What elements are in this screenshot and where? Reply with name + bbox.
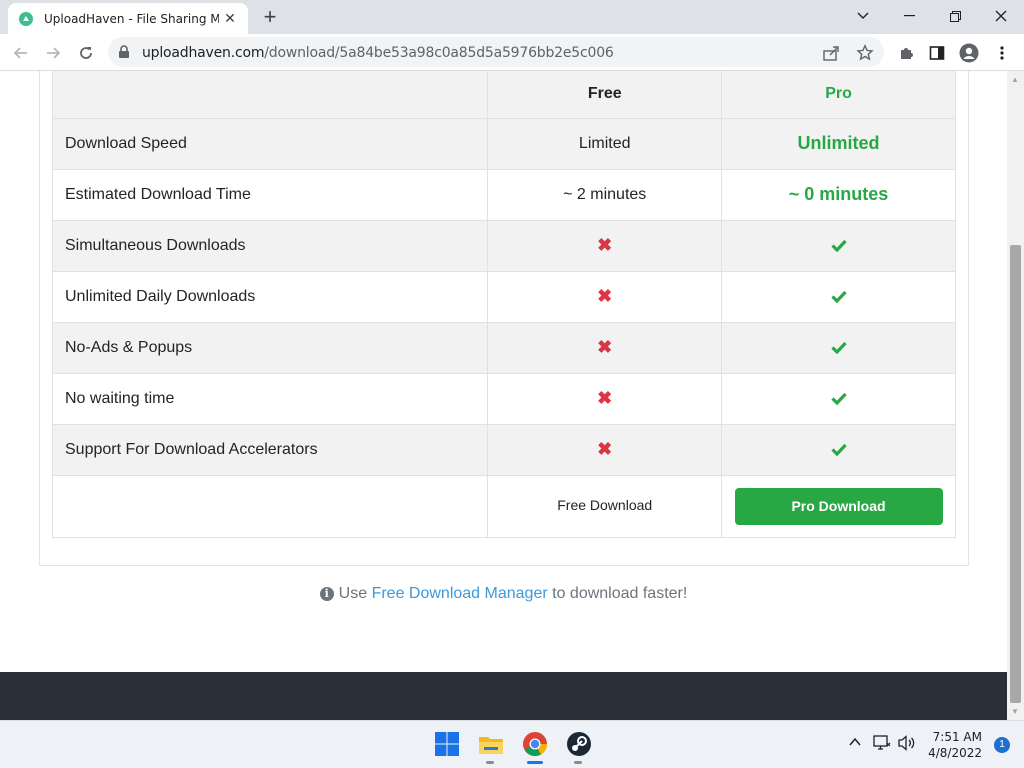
address-bar[interactable]: uploadhaven.com/download/5a84be53a98c0a8… [108,37,884,67]
explorer-indicator [486,761,494,764]
tip-prefix: Use [338,585,368,602]
tab-title: UploadHaven - File Sharing Made Simple [44,11,219,26]
plan-comparison-table: Free Pro Download Speed Limited Unlimite… [51,71,956,538]
cross-icon: ✖ [597,388,613,408]
chrome-icon[interactable] [520,729,550,759]
windows-start-icon[interactable] [432,729,462,759]
browser-toolbar: uploadhaven.com/download/5a84be53a98c0a8… [0,34,1024,71]
clock-time: 7:51 AM [932,730,982,744]
minimize-icon[interactable] [886,0,932,32]
page-scrollbar[interactable]: ▲ ▼ [1007,71,1024,720]
check-icon [830,392,847,405]
check-icon [830,341,847,354]
uploadhaven-favicon-icon [19,11,33,26]
back-icon[interactable] [8,40,34,66]
feature-label: Support For Download Accelerators [51,423,489,476]
close-tab-icon[interactable]: ✕ [222,10,238,26]
download-tip: i Use Free Download Manager to download f… [0,585,1007,603]
table-row: Estimated Download Time ~ 2 minutes ~ 0 … [51,168,956,221]
tip-suffix: to download faster! [552,585,688,602]
table-row: No-Ads & Popups ✖ [51,321,956,374]
check-icon [830,443,847,456]
tab-search-icon[interactable] [840,0,886,32]
table-row: Support For Download Accelerators ✖ [51,423,956,476]
scrollbar-thumb[interactable] [1010,245,1021,703]
side-panel-icon[interactable] [927,43,947,63]
extensions-icon[interactable] [896,43,916,63]
table-row: No waiting time ✖ [51,372,956,425]
browser-tab[interactable]: UploadHaven - File Sharing Made Simple ✕ [8,3,248,34]
chrome-active-indicator [527,761,543,764]
table-row: Simultaneous Downloads ✖ [51,219,956,272]
pro-value: Unlimited [797,133,880,153]
cross-icon: ✖ [597,235,613,255]
page-content: Free Pro Download Speed Limited Unlimite… [0,71,1007,720]
close-window-icon[interactable] [978,0,1024,32]
cross-icon: ✖ [597,439,613,459]
free-value: ~ 2 minutes [487,168,723,221]
pro-download-button[interactable]: Pro Download [734,487,943,525]
free-value: Limited [487,117,723,170]
windows-taskbar: 7:51 AM 4/8/2022 1 [0,720,1024,768]
header-empty-cell [51,71,489,119]
bookmark-star-icon[interactable] [856,44,874,62]
free-download-manager-link[interactable]: Free Download Manager [372,585,548,602]
scroll-up-arrow-icon[interactable]: ▲ [1011,75,1019,84]
file-explorer-icon[interactable] [476,729,506,759]
share-icon[interactable] [822,44,840,62]
table-header-row: Free Pro [51,71,956,119]
free-download-link[interactable]: Free Download [557,497,652,513]
cross-icon: ✖ [597,337,613,357]
page-footer [0,672,1007,720]
empty-cell [51,474,489,538]
steam-indicator [574,761,582,764]
scroll-down-arrow-icon[interactable]: ▼ [1011,707,1019,716]
table-row: Unlimited Daily Downloads ✖ [51,270,956,323]
check-icon [830,239,847,252]
header-pro: Pro [721,71,956,119]
lock-icon[interactable] [118,45,130,59]
volume-icon[interactable] [898,735,916,751]
system-clock[interactable]: 7:51 AM 4/8/2022 [928,729,982,761]
table-row: Download Speed Limited Unlimited [51,117,956,170]
notification-badge[interactable]: 1 [994,737,1010,753]
forward-icon[interactable] [40,40,66,66]
menu-kebab-icon[interactable] [992,43,1012,63]
download-buttons-row: Free Download Pro Download [51,474,956,538]
header-free: Free [487,71,723,119]
check-icon [830,290,847,303]
steam-icon[interactable] [564,729,594,759]
new-tab-icon[interactable]: + [258,6,282,30]
feature-label: No-Ads & Popups [51,321,489,374]
url-text: uploadhaven.com/download/5a84be53a98c0a8… [142,45,614,61]
feature-label: Estimated Download Time [51,168,489,221]
feature-label: Download Speed [51,117,489,170]
feature-label: No waiting time [51,372,489,425]
restore-icon[interactable] [932,0,978,32]
info-icon: i [319,587,334,601]
reload-icon[interactable] [73,40,99,66]
clock-date: 4/8/2022 [928,746,982,760]
cross-icon: ✖ [597,286,613,306]
pro-value: ~ 0 minutes [788,184,889,204]
tab-strip: UploadHaven - File Sharing Made Simple ✕… [0,0,1024,34]
feature-label: Simultaneous Downloads [51,219,489,272]
tray-chevron-up-icon[interactable] [848,735,862,749]
feature-label: Unlimited Daily Downloads [51,270,489,323]
profile-avatar-icon[interactable] [959,43,979,63]
network-icon[interactable] [873,735,891,751]
